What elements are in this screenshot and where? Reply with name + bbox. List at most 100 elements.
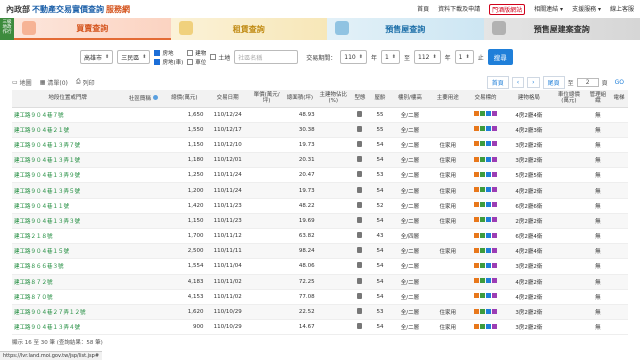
table-row[interactable]: 建工路９０４巷１５號 2,500 110/11/11 98.24 54 全/二層 住家用 4房…	[12, 243, 628, 260]
col-parking-price[interactable]: 車位總價(萬元)	[552, 90, 586, 108]
document-icon[interactable]	[357, 140, 363, 147]
col-area[interactable]: 總面積(坪)	[283, 90, 317, 108]
cell-address[interactable]: 建工路９０４巷１３弄４號	[12, 319, 124, 336]
nav-home[interactable]: 首頁	[417, 4, 429, 15]
col-target[interactable]: 交易標的	[465, 90, 506, 108]
cell-community	[123, 274, 164, 290]
page-input[interactable]: 2	[576, 77, 599, 87]
document-icon[interactable]	[357, 262, 363, 269]
col-floor[interactable]: 樓別/樓高	[389, 90, 430, 108]
cell-address[interactable]: 建工路８７２號	[12, 274, 124, 290]
cell-address[interactable]: 建工路８７０號	[12, 289, 124, 305]
col-date[interactable]: 交易日期	[205, 90, 250, 108]
table-row[interactable]: 建工路８６６巷３號 1,554 110/11/04 48.06 54 全/二層 3房2廳2衛…	[12, 258, 628, 275]
table-row[interactable]: 建工路９０４巷１１號 1,420 110/11/23 48.22 52 全/二層 住家用 6房…	[12, 198, 628, 214]
check-building[interactable]: 建物	[187, 49, 206, 57]
check-parking[interactable]: 車位	[187, 58, 206, 66]
document-icon[interactable]	[357, 110, 363, 117]
cell-address[interactable]: 建工路９０４巷１３弄１號	[12, 152, 124, 169]
first-page-button[interactable]: 首頁	[486, 75, 509, 89]
col-elevator[interactable]: 電梯	[610, 90, 628, 108]
col-layout[interactable]: 建物格局	[505, 90, 553, 108]
side-badge[interactable]: 三級 地政 作行	[0, 18, 14, 40]
nav-download[interactable]: 資料下載及申請	[438, 4, 480, 15]
table-row[interactable]: 建工路９０４巷７號 1,650 110/12/24 48.93 55 全/二層 4房2廳4衛…	[12, 107, 628, 123]
site-logo[interactable]: 內政部 不動產交易實價查詢 服務網	[6, 4, 130, 15]
document-icon[interactable]	[357, 247, 363, 254]
cell-address[interactable]: 建工路９０４巷１３弄３號	[12, 213, 124, 230]
cell-address[interactable]: 建工路９０４巷１３弄７號	[12, 137, 124, 154]
col-age[interactable]: 屋齡	[369, 90, 390, 108]
tab-sale[interactable]: 買賣查詢	[14, 18, 171, 40]
col-type[interactable]: 型態	[349, 90, 370, 108]
table-row[interactable]: 建工路９０４巷１３弄５號 1,200 110/11/24 19.73 54 全/二層 住家用…	[12, 182, 628, 199]
tag-icon	[474, 156, 480, 162]
table-row[interactable]: 建工路９０４巷１３弄４號 900 110/10/29 14.67 54 全/二層 住家用 3房…	[12, 319, 628, 336]
document-icon[interactable]	[357, 277, 363, 284]
document-icon[interactable]	[357, 323, 363, 330]
tab-presale-project[interactable]: 預售屋建案查詢	[483, 18, 640, 40]
from-year-select[interactable]: 110 ⬍	[340, 50, 367, 64]
table-row[interactable]: 建工路９０４巷１３弄９號 1,250 110/11/24 20.47 53 全/二層 住家用…	[12, 167, 628, 184]
cell-address[interactable]: 建工路９０４巷１１號	[12, 198, 124, 214]
col-management[interactable]: 管理組織	[585, 90, 611, 108]
table-row[interactable]: 建工路９０４巷１３弄７號 1,150 110/12/10 19.73 54 全/二層 住家用…	[12, 137, 628, 154]
cell-address[interactable]: 建工路９０４巷１５號	[12, 243, 124, 260]
check-house-land-car[interactable]: 房地(車)	[154, 58, 183, 66]
check-land[interactable]: 土地	[210, 53, 230, 62]
nav-online-service[interactable]: 線上客服	[610, 4, 634, 15]
document-icon[interactable]	[357, 292, 363, 299]
document-icon[interactable]	[357, 171, 363, 178]
list-view-button[interactable]: ▦ 清單(0)	[40, 78, 68, 87]
next-page-button[interactable]: ›	[527, 76, 540, 88]
table-row[interactable]: 建工路９０４巷２１號 1,550 110/12/17 30.38 55 全/二層 4房2廳3…	[12, 122, 628, 138]
col-total-price[interactable]: 總價(萬元)	[163, 90, 206, 108]
to-year-select[interactable]: 112 ⬍	[414, 50, 441, 64]
map-view-button[interactable]: ▭ 地圖	[12, 78, 32, 87]
document-icon[interactable]	[357, 201, 363, 208]
col-address[interactable]: 地段位置或門牌	[12, 90, 124, 108]
cell-area: 63.82	[283, 228, 317, 245]
document-icon[interactable]	[357, 125, 363, 132]
community-input[interactable]: 社區名稱	[234, 50, 299, 64]
district-select[interactable]: 三民區 ⬍	[117, 50, 151, 64]
table-row[interactable]: 建工路９０４巷１３弄１號 1,180 110/12/01 20.31 54 全/二層 住家用…	[12, 152, 628, 169]
tab-presale[interactable]: 預售屋查詢	[327, 18, 484, 40]
from-month-select[interactable]: 1 ⬍	[380, 50, 400, 64]
document-icon[interactable]	[357, 232, 363, 239]
nav-support[interactable]: 支援服務 ▾	[572, 4, 601, 15]
tab-rent[interactable]: 租賃查詢	[170, 18, 327, 40]
nav-links[interactable]: 相關連結 ▾	[534, 4, 563, 15]
document-icon[interactable]	[357, 216, 363, 223]
city-select[interactable]: 高雄市 ⬍	[80, 50, 114, 64]
nav-classic-site[interactable]: 門酒版網站	[489, 3, 526, 15]
go-button[interactable]: GO	[610, 77, 628, 87]
table-row[interactable]: 建工路９０４巷２７弄１２號 1,620 110/10/29 22.52 53 全/二層 住家…	[12, 304, 628, 321]
cell-address[interactable]: 建工路２１８號	[12, 228, 124, 245]
col-community[interactable]: 社區簡稱	[123, 90, 164, 108]
cell-address[interactable]: 建工路９０４巷２１號	[12, 122, 124, 138]
search-button[interactable]: 搜尋	[487, 49, 513, 65]
cell-address[interactable]: 建工路９０４巷７號	[12, 107, 124, 123]
table-row[interactable]: 建工路８７２號 4,183 110/11/02 72.25 54 全/二層 4房2廳2衛 無	[12, 274, 628, 290]
document-icon[interactable]	[357, 186, 363, 193]
cell-address[interactable]: 建工路９０４巷２７弄１２號	[12, 304, 124, 321]
print-button[interactable]: ⎙ 列印	[76, 78, 95, 87]
col-usage[interactable]: 主要用途	[429, 90, 466, 108]
table-row[interactable]: 建工路９０４巷１３弄３號 1,150 110/11/23 19.69 54 全/二層 住家用…	[12, 213, 628, 230]
prev-page-button[interactable]: ‹	[511, 76, 525, 88]
check-house-land[interactable]: 房地	[154, 49, 183, 57]
cell-address[interactable]: 建工路８６６巷３號	[12, 258, 124, 275]
last-page-button[interactable]: 尾頁	[542, 75, 565, 89]
info-icon[interactable]	[152, 94, 158, 100]
col-unit-price[interactable]: 單價(萬元/坪)	[249, 90, 284, 108]
table-row[interactable]: 建工路８７０號 4,153 110/11/02 77.08 54 全/二層 4房2廳2衛 無	[12, 289, 628, 305]
col-main-ratio[interactable]: 主建物佔比(%)	[316, 90, 350, 108]
cell-address[interactable]: 建工路９０４巷１３弄９號	[12, 167, 124, 184]
document-icon[interactable]	[357, 156, 363, 163]
cell-address[interactable]: 建工路９０４巷１３弄５號	[12, 182, 124, 199]
document-icon[interactable]	[357, 308, 363, 315]
table-row[interactable]: 建工路２１８號 1,700 110/11/12 63.82 43 全/四層 6房2廳4衛 無	[12, 228, 628, 245]
to-month-select[interactable]: 1 ⬍	[454, 50, 474, 64]
tag-icon	[486, 126, 492, 132]
